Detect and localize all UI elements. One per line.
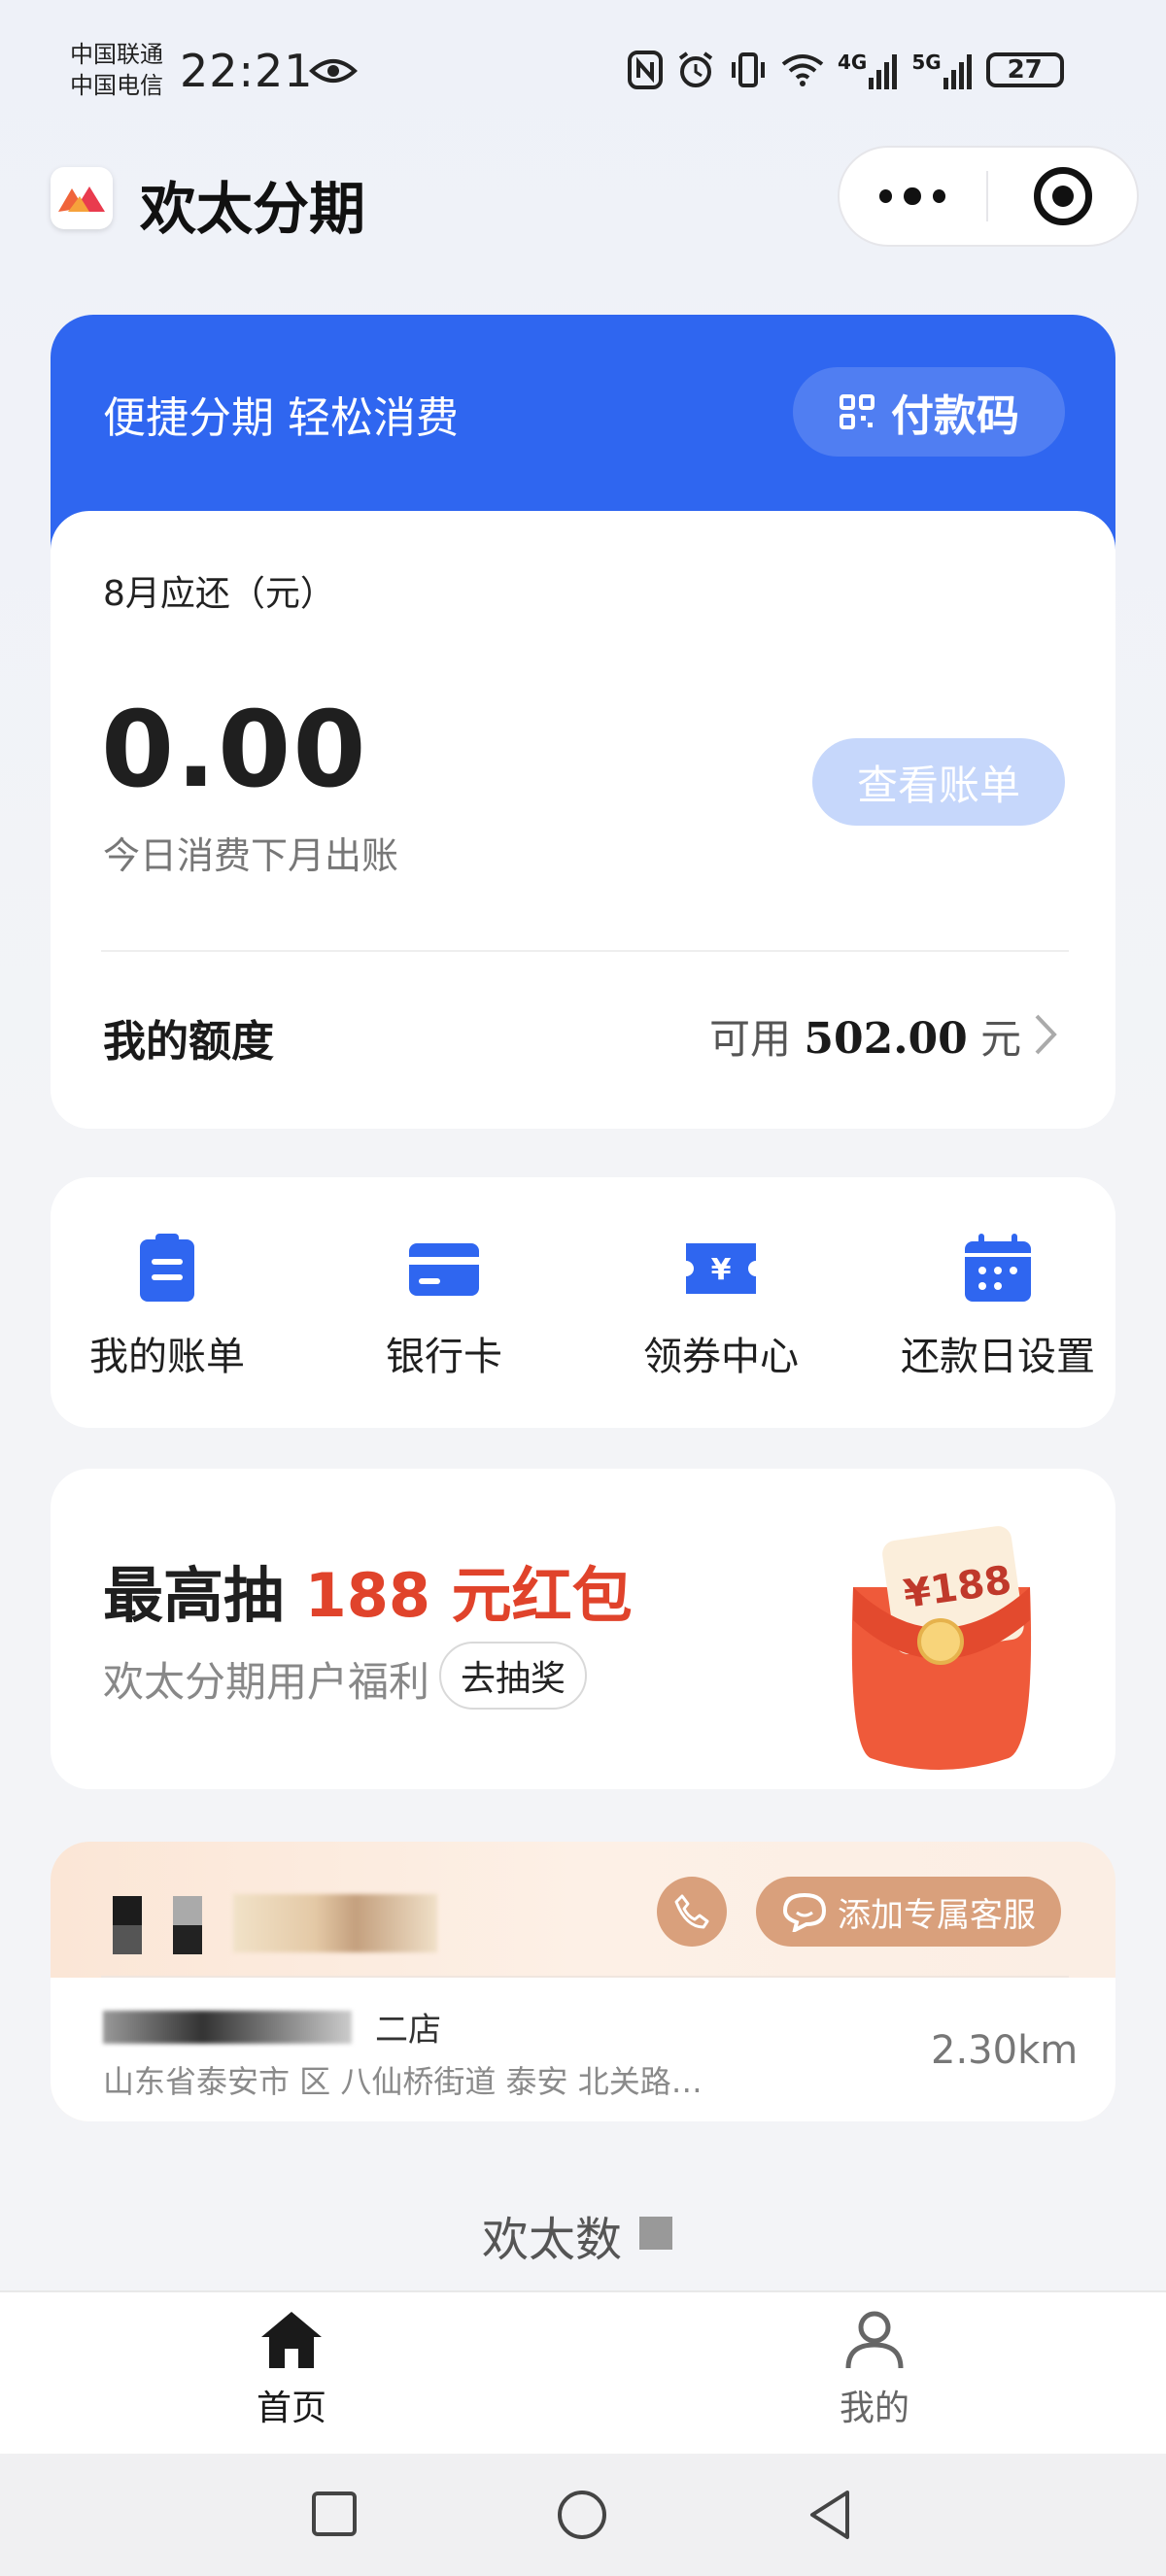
status-clock: 22:21 xyxy=(180,45,314,97)
divider xyxy=(101,1976,1069,1978)
status-icons: 4G 5G 27 xyxy=(628,51,1064,89)
promo-title: 最高抽 188 元红包 xyxy=(103,1546,633,1634)
shortcut-label: 银行卡 xyxy=(386,1335,502,1379)
network-1-label: 4G xyxy=(838,51,868,74)
alarm-icon xyxy=(678,51,713,87)
eye-icon xyxy=(309,59,358,83)
signal-bars-icon xyxy=(869,54,898,89)
bill-subtitle: 今日消费下月出账 xyxy=(103,834,399,877)
store-branch-name: 二店 xyxy=(375,2011,441,2050)
banner-slogan: 便捷分期 轻松消费 xyxy=(103,393,459,443)
shortcut-label: 还款日设置 xyxy=(901,1335,1095,1379)
shortcut-label: 领券中心 xyxy=(643,1335,799,1379)
quota-prefix: 可用 xyxy=(709,1015,792,1063)
bill-amount: 0.00 xyxy=(101,690,368,811)
tab-home[interactable]: 首页 xyxy=(194,2310,389,2430)
lottery-button[interactable]: 去抽奖 xyxy=(439,1642,587,1710)
signal-5g: 5G xyxy=(911,51,972,89)
vibrate-icon xyxy=(732,52,765,87)
shortcut-my-bills[interactable]: 我的账单 xyxy=(51,1234,284,1381)
bill-period-label: 8月应还（元） xyxy=(103,574,335,614)
quota-unit: 元 xyxy=(980,1015,1022,1063)
promo-subtitle: 欢太分期用户福利 xyxy=(103,1658,430,1706)
svg-text:¥: ¥ xyxy=(711,1253,732,1287)
promo-title-highlight: 188 元红包 xyxy=(304,1560,633,1631)
add-service-button[interactable]: 添加专属客服 xyxy=(756,1877,1061,1947)
shortcut-coupon-center[interactable]: ¥ 领券中心 xyxy=(604,1234,838,1381)
quota-label[interactable]: 我的额度 xyxy=(103,1006,274,1068)
carrier-2: 中国电信 xyxy=(70,72,163,99)
tab-label: 我的 xyxy=(839,2389,909,2428)
user-icon xyxy=(845,2311,904,2369)
back-icon[interactable] xyxy=(806,2489,853,2541)
shortcut-repay-day[interactable]: 还款日设置 xyxy=(881,1234,1115,1381)
more-options-icon[interactable] xyxy=(879,186,945,206)
capsule-divider xyxy=(986,171,988,221)
shortcut-label: 我的账单 xyxy=(89,1335,245,1379)
chevron-right-icon[interactable] xyxy=(1032,1012,1059,1057)
qrcode-icon xyxy=(840,394,874,429)
shortcut-bank-card[interactable]: 银行卡 xyxy=(327,1234,561,1381)
quota-amount: 502.00 xyxy=(804,1014,968,1064)
tab-mine[interactable]: 我的 xyxy=(777,2310,972,2430)
paycode-label: 付款码 xyxy=(891,391,1019,441)
card-icon xyxy=(409,1243,479,1296)
carrier-info: 中国联通 中国电信 xyxy=(70,39,163,101)
signal-4g: 4G xyxy=(838,51,898,89)
section-title: 欢太数 xyxy=(482,2213,623,2267)
nfc-icon xyxy=(628,51,663,89)
mountain-logo-icon xyxy=(58,186,105,212)
wifi-icon xyxy=(781,54,824,86)
divider xyxy=(101,950,1069,952)
bottom-tab-bar xyxy=(0,2290,1166,2456)
promo-title-prefix: 最高抽 xyxy=(103,1560,285,1631)
phone-button[interactable] xyxy=(657,1877,727,1947)
chat-bubble-icon xyxy=(782,1892,827,1932)
network-2-label: 5G xyxy=(911,51,942,74)
store-address: 山东省泰安市 区 八仙桥街道 泰安 北关路… xyxy=(103,2063,703,2100)
clipboard-icon xyxy=(140,1234,194,1302)
quota-value[interactable]: 可用 502.00 元 xyxy=(709,1006,1021,1066)
paycode-button[interactable]: 付款码 xyxy=(793,367,1065,457)
coupon-icon: ¥ xyxy=(686,1243,756,1294)
app-title: 欢太分期 xyxy=(140,176,366,242)
recents-icon[interactable] xyxy=(311,2491,358,2537)
app-logo xyxy=(51,167,113,229)
battery-indicator: 27 xyxy=(985,52,1064,87)
phone-icon xyxy=(674,1894,709,1929)
add-service-label: 添加专属客服 xyxy=(838,1895,1036,1935)
tab-label: 首页 xyxy=(256,2389,326,2428)
signal-bars-icon xyxy=(943,54,972,89)
calendar-icon xyxy=(965,1234,1031,1302)
home-nav-icon[interactable] xyxy=(556,2489,608,2541)
store-logo-obscured xyxy=(113,1896,206,1954)
red-envelope-icon: ¥188 xyxy=(851,1526,1032,1770)
store-distance: 2.30km xyxy=(931,2028,1079,2073)
store-name-obscured xyxy=(233,1894,437,1952)
close-miniprogram-icon[interactable] xyxy=(1034,167,1092,225)
carrier-1: 中国联通 xyxy=(70,41,163,68)
view-bill-button[interactable]: 查看账单 xyxy=(812,738,1065,826)
store-name-obscured-2 xyxy=(103,2011,352,2044)
section-title-obscured xyxy=(639,2217,672,2250)
home-icon xyxy=(261,2312,322,2368)
